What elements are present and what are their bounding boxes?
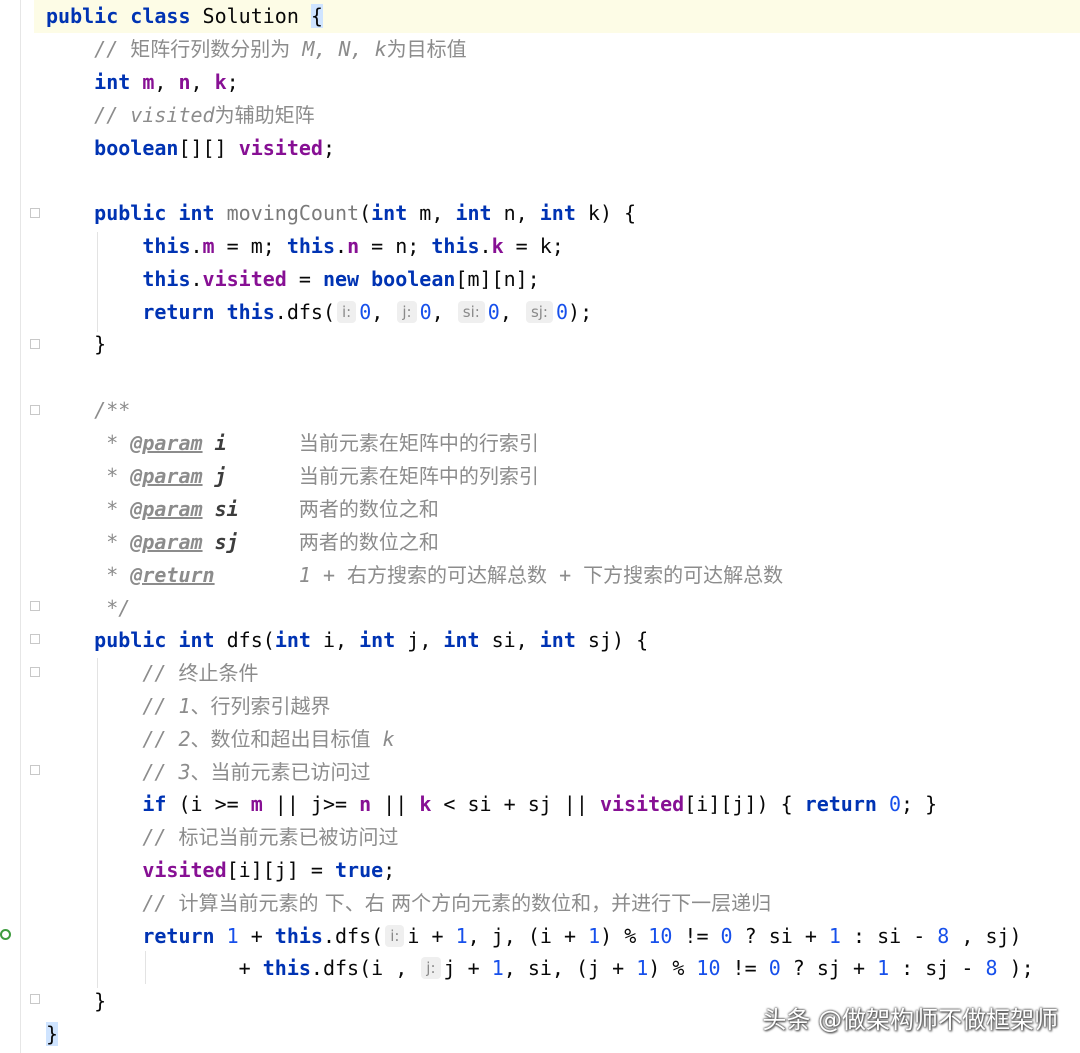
code-line: // visited为辅助矩阵 xyxy=(94,103,315,127)
editor-gutter xyxy=(0,0,34,1053)
fold-icon[interactable] xyxy=(30,339,40,349)
code-line: public int movingCount(int m, int n, int… xyxy=(94,201,637,225)
code-line: // 3、当前元素已访问过 xyxy=(142,760,371,784)
fold-icon[interactable] xyxy=(30,601,40,611)
fold-icon[interactable] xyxy=(30,208,40,218)
code-line: } xyxy=(46,1022,59,1046)
code-line: // 1、行列索引越界 xyxy=(142,694,331,718)
code-line: // 计算当前元素的 下、右 两个方向元素的数位和，并进行下一层递归 xyxy=(142,891,772,915)
code-line: + this.dfs(i , j: j + 1, si, (j + 1) % 10… xyxy=(46,956,1034,980)
code-line: visited[i][j] = true; xyxy=(142,858,396,882)
fold-icon[interactable] xyxy=(30,765,40,775)
code-line: this.m = m; this.n = n; this.k = k; xyxy=(142,234,564,258)
code-line: public class Solution { xyxy=(46,4,323,28)
code-line: } xyxy=(46,989,107,1013)
code-line: public int dfs(int i, int j, int si, int… xyxy=(94,628,649,652)
code-line: * @param j 当前元素在矩阵中的列索引 xyxy=(46,464,539,488)
code-line: if (i >= m || j>= n || k < si + sj || vi… xyxy=(142,792,938,816)
code-line: return 1 + this.dfs(i: i + 1, j, (i + 1) … xyxy=(142,924,1022,948)
watermark: 头条 @做架构师不做框架师 xyxy=(762,1006,1058,1034)
code-line: return this.dfs(i: 0, j: 0, si: 0, sj: 0); xyxy=(142,300,593,324)
fold-icon[interactable] xyxy=(30,405,40,415)
fold-icon[interactable] xyxy=(30,634,40,644)
code-line: /** xyxy=(94,398,131,422)
code-line: * @param sj 两者的数位之和 xyxy=(46,530,439,554)
breakpoint-recursion-icon[interactable] xyxy=(0,929,11,940)
code-line: } xyxy=(46,332,107,356)
code-line: int m, n, k; xyxy=(94,70,239,94)
code-line: boolean[][] visited; xyxy=(94,136,336,160)
code-line: // 2、数位和超出目标值 k xyxy=(142,727,395,751)
code-line: this.visited = new boolean[m][n]; xyxy=(142,267,540,291)
code-editor[interactable]: public class Solution { // 矩阵行列数分别为 M, N… xyxy=(30,0,1080,1053)
gutter-divider xyxy=(20,0,21,1053)
code-line: // 终止条件 xyxy=(142,661,259,685)
code-line: * @return 1 + 右方搜索的可达解总数 + 下方搜索的可达解总数 xyxy=(46,563,784,587)
code-line: * @param i 当前元素在矩阵中的行索引 xyxy=(46,431,539,455)
code-line: */ xyxy=(46,596,131,620)
fold-icon[interactable] xyxy=(30,667,40,677)
code-line: // 标记当前元素已被访问过 xyxy=(142,825,399,849)
fold-icon[interactable] xyxy=(30,994,40,1004)
code-line: * @param si 两者的数位之和 xyxy=(46,497,439,521)
code-line: // 矩阵行列数分别为 M, N, k为目标值 xyxy=(94,37,467,61)
